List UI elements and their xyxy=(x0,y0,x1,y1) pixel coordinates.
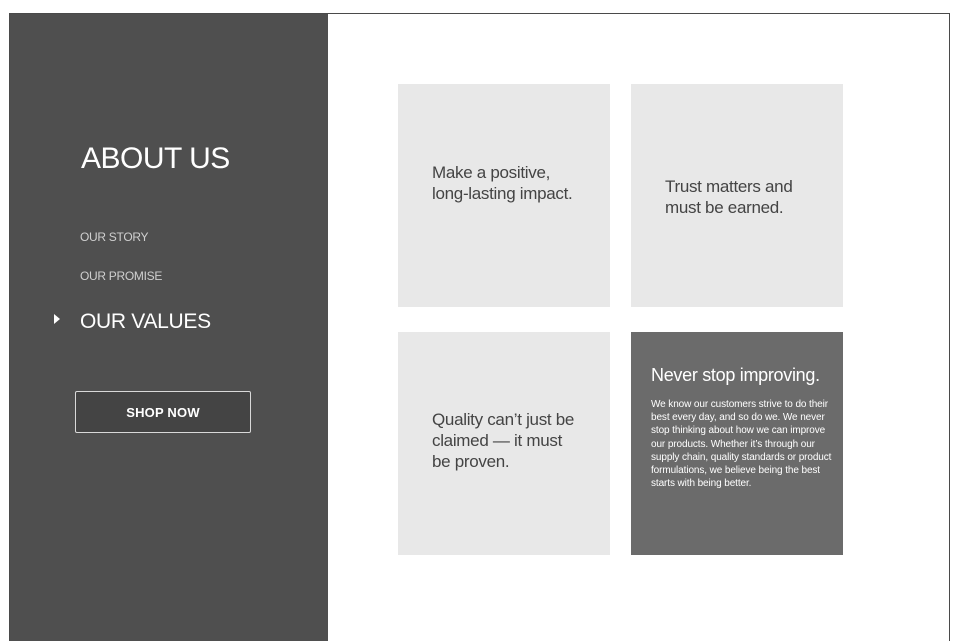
page-title: ABOUT US xyxy=(81,142,230,175)
value-tile-improving: Never stop improving. We know our custom… xyxy=(631,332,843,555)
value-tile-impact: Make a positive, long-lasting impact. xyxy=(398,84,610,307)
value-tile-quality: Quality can’t just be claimed — it must … xyxy=(398,332,610,555)
tile-heading: Never stop improving. xyxy=(651,365,820,385)
value-tile-trust: Trust matters and must be earned. xyxy=(631,84,843,307)
caret-right-icon xyxy=(54,314,60,324)
sidebar: ABOUT US OUR STORY OUR PROMISE OUR VALUE… xyxy=(10,14,328,641)
nav-item-our-promise[interactable]: OUR PROMISE xyxy=(80,269,162,283)
tile-text: Trust matters and must be earned. xyxy=(665,177,793,217)
tile-text: Make a positive, long-lasting impact. xyxy=(432,163,573,203)
nav-item-our-story[interactable]: OUR STORY xyxy=(80,230,149,244)
tile-body-text: We know our customers strive to do their… xyxy=(651,399,832,490)
shop-now-button[interactable]: SHOP NOW xyxy=(75,391,251,433)
nav-item-our-values[interactable]: OUR VALUES xyxy=(80,310,211,334)
tile-text: Quality can’t just be claimed — it must … xyxy=(432,410,575,471)
